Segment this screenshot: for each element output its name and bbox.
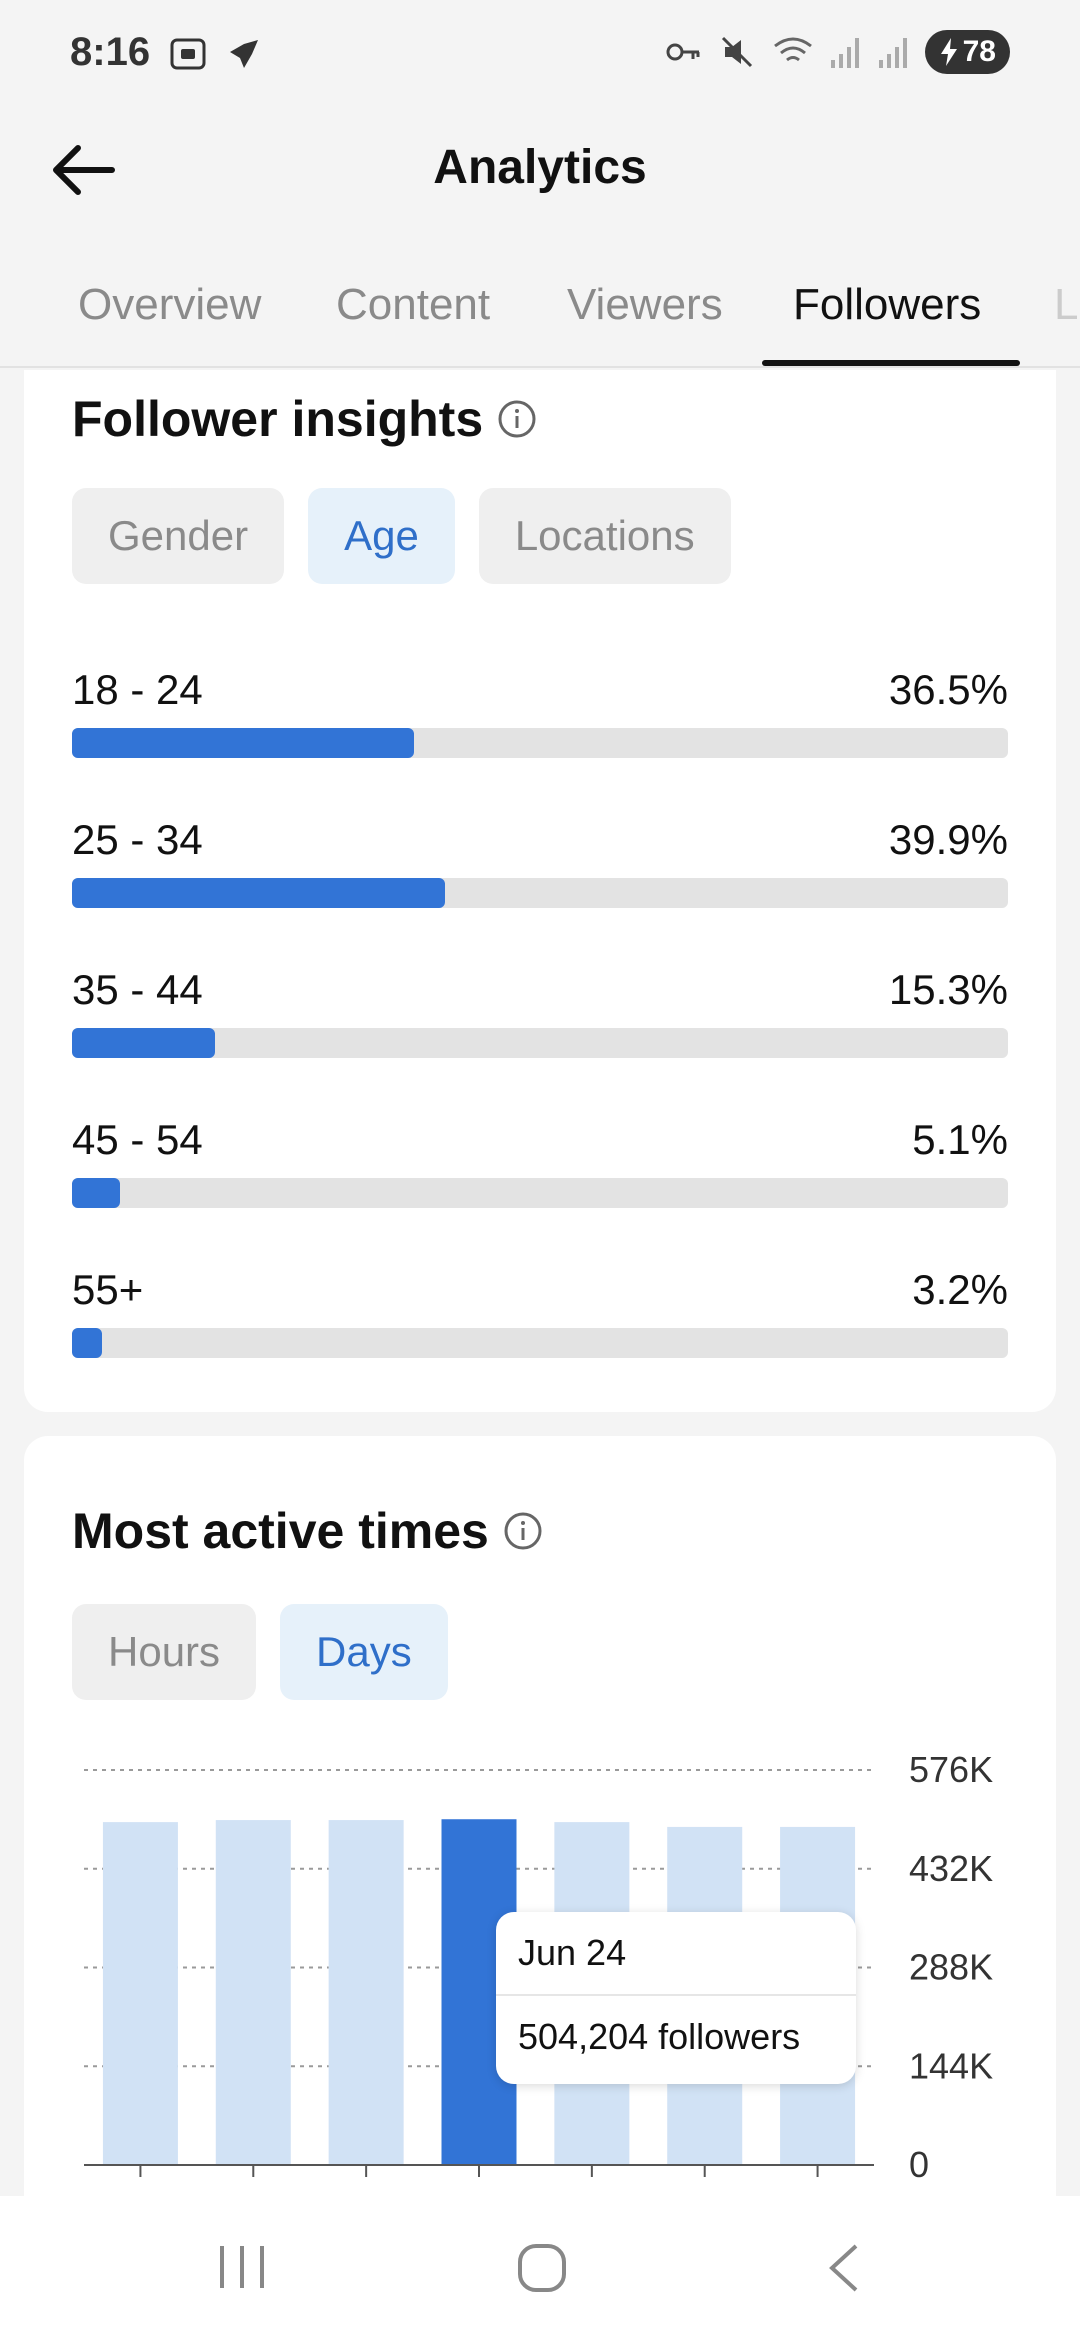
app-header: Analytics [0,110,1080,230]
y-tick-label: 288K [909,1947,993,1988]
chart-bar[interactable] [328,1820,404,2165]
signal-icon-1 [830,38,859,68]
analytics-screen: 8:16 78 Analytics Overview Content Viewe… [0,0,1080,2340]
age-group-label: 45 - 54 [72,1116,203,1163]
chip-days[interactable]: Days [280,1604,448,1700]
home-icon [518,2244,566,2292]
home-button[interactable] [516,2242,568,2299]
age-bar-track [72,728,1008,758]
follower-insights-title: Follower insights [72,391,484,447]
chip-gender[interactable]: Gender [72,488,285,584]
age-group-value: 15.3% [888,966,1008,1013]
age-group-label: 25 - 34 [72,816,203,863]
age-group-value: 36.5% [888,666,1008,713]
analytics-tabs: Overview Content Viewers Followers L [0,240,1080,368]
age-bar-track [72,1178,1008,1208]
follower-insights-card: Follower insights Gender Age Locations 1… [24,370,1056,1412]
chip-locations[interactable]: Locations [478,488,731,584]
recent-apps-icon [220,2246,264,2288]
tooltip-divider [496,1994,856,1996]
vpn-key-icon [666,43,700,61]
active-tab-indicator [762,360,1020,366]
chart-bar[interactable] [215,1820,291,2165]
screenshot-icon [170,38,206,70]
battery-level: 78 [962,35,996,68]
age-row: 25 - 34 39.9% [72,816,1008,926]
y-tick-label: 432K [909,1848,993,1889]
y-tick-label: 144K [909,2045,993,2086]
status-icons-right: 78 [663,30,1010,74]
age-group-label: 35 - 44 [72,966,203,1013]
most-active-times-heading: Most active times [72,1502,543,1560]
age-group-label: 55+ [72,1266,144,1313]
age-row: 18 - 24 36.5% [72,666,1008,776]
age-group-value: 5.1% [912,1116,1008,1163]
recent-apps-button[interactable] [214,2242,270,2297]
page-title: Analytics [433,141,647,194]
info-icon[interactable] [497,399,537,439]
active-times-filter-chips: Hours Days [72,1604,448,1700]
system-back-button[interactable] [824,2242,864,2299]
status-icons-left [168,34,264,74]
age-bar-fill [72,1028,216,1058]
age-bar-fill [72,1328,102,1358]
y-tick-label: 576K [909,1749,993,1790]
tab-live[interactable]: L [1054,280,1078,330]
status-time: 8:16 [70,30,151,74]
age-bar-track [72,878,1008,908]
tooltip-value: 504,204 followers [518,2016,801,2057]
info-icon[interactable] [503,1511,543,1551]
age-row: 55+ 3.2% [72,1266,1008,1376]
follower-insights-heading: Follower insights [72,390,537,448]
tab-content[interactable]: Content [336,280,490,330]
age-bar-fill [72,878,446,908]
charging-bolt-icon [940,38,957,66]
signal-icon-2 [878,38,907,68]
tab-viewers[interactable]: Viewers [567,280,723,330]
age-group-value: 3.2% [912,1266,1008,1313]
age-row: 35 - 44 15.3% [72,966,1008,1076]
age-bar-fill [72,728,414,758]
wifi-icon [773,37,812,62]
tab-overview[interactable]: Overview [78,280,261,330]
status-bar: 8:16 78 [0,0,1080,110]
notification-bird-icon [230,40,258,68]
chart-bar[interactable] [102,1822,178,2165]
battery-indicator: 78 [924,30,1010,74]
age-bar-fill [72,1178,120,1208]
chip-age[interactable]: Age [308,488,455,584]
system-nav-bar [0,2196,1080,2340]
age-bar-track [72,1328,1008,1358]
chart-tooltip: Jun 24 504,204 followers [496,1912,856,2084]
age-group-label: 18 - 24 [72,666,203,713]
tooltip-date: Jun 24 [518,1932,627,1973]
chip-hours[interactable]: Hours [72,1604,257,1700]
age-group-value: 39.9% [888,816,1008,863]
most-active-times-title: Most active times [72,1503,489,1559]
chevron-left-icon [829,2244,858,2292]
tab-followers[interactable]: Followers [793,280,981,330]
age-row: 45 - 54 5.1% [72,1116,1008,1226]
age-bar-track [72,1028,1008,1058]
mute-icon [721,36,752,68]
insight-filter-chips: Gender Age Locations [72,488,731,584]
y-tick-label: 0 [909,2144,929,2185]
